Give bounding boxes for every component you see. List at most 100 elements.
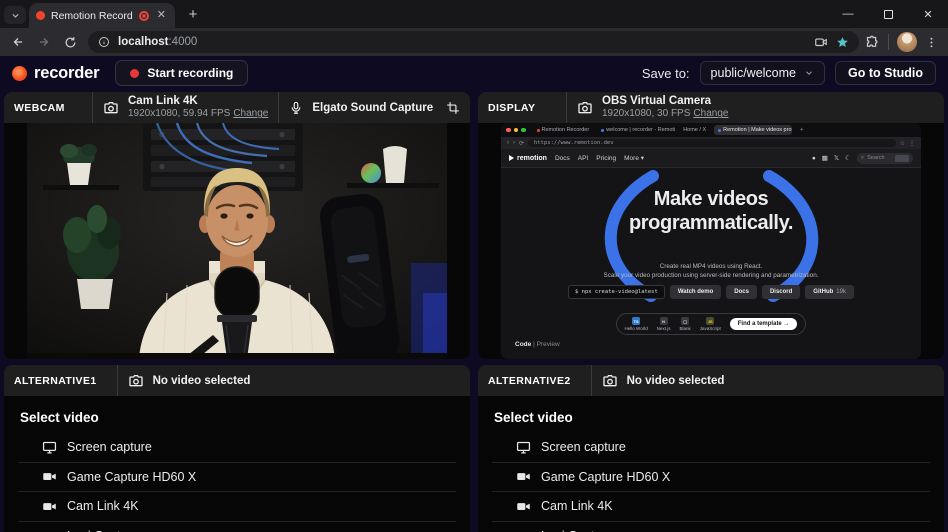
tab-close-icon[interactable]: ✕: [155, 9, 168, 22]
tab-search-button[interactable]: [4, 6, 26, 24]
extensions-icon[interactable]: [865, 35, 880, 50]
alternative2-body: Select video Screen capture Game Capture…: [478, 396, 944, 532]
alternative2-panel: ALTERNATIVE2 No video selected Select vi…: [478, 365, 944, 532]
video-option-cam-link[interactable]: Cam Link 4K: [18, 492, 456, 522]
hero-subtitle-line2: Scale your video production using server…: [501, 271, 921, 280]
site-info-icon[interactable]: [98, 36, 110, 48]
blank-file-icon: ▢: [681, 317, 689, 325]
display-panel-header: DISPLAY OBS Virtual Camera 1920x1080, 30…: [478, 92, 944, 123]
camcorder-icon: [516, 499, 531, 514]
hero-title-line2: programmatically.: [501, 212, 921, 235]
alternative-panels-row: ALTERNATIVE1 No video selected Select vi…: [4, 365, 944, 532]
app-logo: recorder: [12, 64, 99, 83]
github-button-label: GitHub: [813, 289, 833, 295]
video-option-label: Screen capture: [541, 440, 626, 454]
mini-tab-bar: Remotion Recorder welcome | recorder - R…: [501, 123, 921, 137]
watch-demo-button: Watch demo: [670, 285, 721, 299]
video-option-logi-capture[interactable]: Logi Capture: [18, 522, 456, 532]
toolbar-divider: [888, 34, 889, 50]
webcam-change-link[interactable]: Change: [233, 108, 268, 119]
bookmark-star-icon[interactable]: [836, 36, 849, 49]
display-camera-name: OBS Virtual Camera: [602, 95, 728, 108]
window-controls: — ✕: [828, 0, 948, 28]
theme-toggle-icon: ☾: [845, 154, 851, 162]
mini-url: https://www.remotion.dev: [534, 140, 613, 146]
save-to-label: Save to:: [642, 66, 690, 81]
save-target-select[interactable]: public/welcome: [700, 61, 825, 85]
url-port: :4000: [168, 36, 197, 48]
url-text: localhost:4000: [118, 36, 806, 48]
browser-tab[interactable]: Remotion Recorder ✕: [29, 3, 175, 28]
camera-icon: [103, 100, 119, 116]
camcorder-icon: [516, 469, 531, 484]
template-row: TSHello World NNext.js ▢Blank JSJavaScri…: [501, 313, 921, 335]
typescript-icon: TS: [632, 317, 640, 325]
video-option-screen-capture[interactable]: Screen capture: [18, 433, 456, 463]
chevron-down-icon: [11, 11, 20, 20]
url-host: localhost: [118, 36, 168, 48]
play-icon: [509, 155, 514, 161]
header-divider: [591, 365, 592, 396]
save-target-value: public/welcome: [711, 66, 796, 80]
header-right: Save to: public/welcome Go to Studio: [642, 61, 936, 85]
camcorder-icon: [42, 469, 57, 484]
webcam-video-preview[interactable]: [27, 123, 447, 359]
mini-site-navbar: remotion Docs API Pricing More ▾ ● ▩ 𝕏 ☾…: [501, 149, 921, 168]
close-button[interactable]: ✕: [908, 0, 948, 28]
tab-capture-icon[interactable]: [814, 35, 828, 49]
forward-button[interactable]: [32, 30, 56, 54]
recorder-logo-icon: [12, 66, 27, 81]
new-tab-button[interactable]: +: [184, 5, 202, 23]
nav-docs: Docs: [555, 155, 570, 162]
camera-icon: [128, 373, 144, 389]
webcam-meta-text: 1920x1080, 59.94 FPS: [128, 108, 230, 119]
display-change-link[interactable]: Change: [693, 108, 728, 119]
video-option-logi-capture[interactable]: Logi Capture: [492, 522, 930, 532]
forward-arrow-icon: [37, 35, 51, 49]
crop-icon[interactable]: [446, 101, 460, 115]
template-label: Blank: [679, 326, 690, 331]
video-option-label: Game Capture HD60 X: [67, 470, 196, 484]
video-option-label: Screen capture: [67, 440, 152, 454]
video-option-game-capture[interactable]: Game Capture HD60 X: [18, 463, 456, 493]
header-divider: [566, 92, 567, 123]
browser-tab-strip: Remotion Recorder ✕ + — ✕: [0, 0, 948, 28]
start-recording-button[interactable]: Start recording: [115, 60, 248, 86]
video-option-label: Game Capture HD60 X: [541, 470, 670, 484]
display-video-preview[interactable]: Remotion Recorder welcome | recorder - R…: [501, 123, 921, 359]
github-button: GitHub19k: [805, 285, 854, 299]
template-label: JavaScript: [700, 326, 721, 331]
x-icon: 𝕏: [834, 154, 839, 162]
display-video-area: Remotion Recorder welcome | recorder - R…: [478, 123, 944, 359]
minimize-button[interactable]: —: [828, 0, 868, 28]
video-option-cam-link[interactable]: Cam Link 4K: [492, 492, 930, 522]
camera-icon: [577, 100, 593, 116]
address-bar[interactable]: localhost:4000: [88, 31, 859, 53]
nav-more: More ▾: [624, 154, 644, 162]
maximize-button[interactable]: [868, 0, 908, 28]
video-option-game-capture[interactable]: Game Capture HD60 X: [492, 463, 930, 493]
docs-button: Docs: [726, 285, 757, 299]
template-hello-world: TSHello World: [625, 317, 648, 331]
profile-avatar[interactable]: [897, 32, 917, 52]
mini-tab-title: welcome | recorder - Remoti: [606, 127, 675, 133]
browser-menu-icon[interactable]: [925, 36, 938, 49]
microphone-icon: [289, 101, 303, 115]
nav-api: API: [578, 155, 588, 162]
video-option-screen-capture[interactable]: Screen capture: [492, 433, 930, 463]
webcam-source-info: Cam Link 4K 1920x1080, 59.94 FPSChange: [128, 95, 268, 120]
mini-nav-icons: ● ▩ 𝕏 ☾ ⌕Search: [812, 153, 913, 164]
webcam-mic-name: Elgato Sound Capture: [312, 102, 433, 114]
template-label: Next.js: [657, 326, 671, 331]
display-meta-text: 1920x1080, 30 FPS: [602, 108, 690, 119]
footer-separator: |: [533, 341, 535, 348]
video-option-label: Cam Link 4K: [67, 499, 139, 513]
go-to-studio-button[interactable]: Go to Studio: [835, 61, 936, 85]
alternative2-header: ALTERNATIVE2 No video selected: [478, 365, 944, 396]
record-dot-icon: [130, 69, 139, 78]
back-button[interactable]: [6, 30, 30, 54]
reload-button[interactable]: [58, 30, 82, 54]
display-camera-meta: 1920x1080, 30 FPSChange: [602, 108, 728, 120]
webcam-video-area: [4, 123, 470, 359]
monitor-icon: [516, 440, 531, 455]
